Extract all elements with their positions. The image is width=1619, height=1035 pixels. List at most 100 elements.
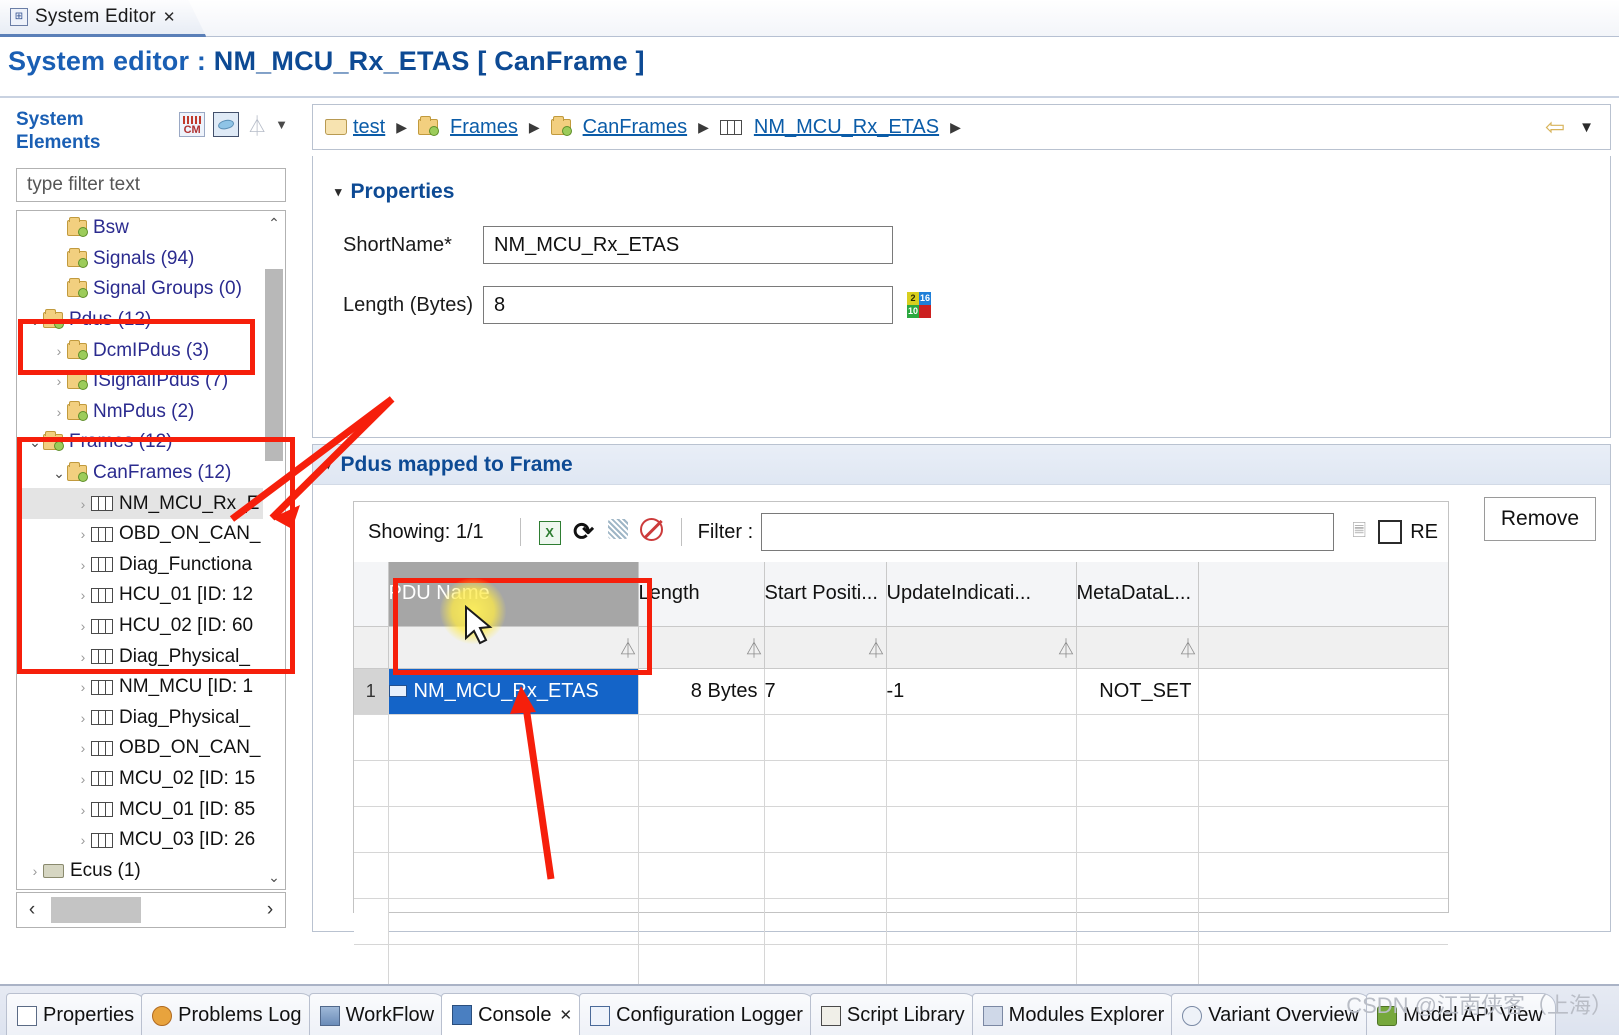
length-input[interactable]: 8	[483, 286, 893, 324]
tree-item[interactable]: Bsw	[17, 213, 265, 244]
twisty-collapsed-icon[interactable]: ›	[75, 832, 91, 848]
twisty-collapsed-icon[interactable]: ›	[75, 802, 91, 818]
tree-item[interactable]: Signals (94)	[17, 244, 265, 275]
bottom-tab-script-library[interactable]: Script Library	[809, 993, 978, 1035]
tree-item[interactable]: ⌄ Pdus (12)	[17, 305, 265, 336]
tree-item[interactable]: › ISignalIPdus (7)	[17, 366, 265, 397]
pdus-section-header[interactable]: ▾ Pdus mapped to Frame	[313, 445, 1610, 485]
twisty-collapsed-icon[interactable]: ›	[75, 618, 91, 634]
table-row[interactable]: 1 NM_MCU_Rx_ETAS 8 Bytes 7 -1 NOT_SET	[354, 668, 1448, 715]
tree-horizontal-scrollbar[interactable]: ‹ ›	[16, 892, 286, 928]
tree-item[interactable]: Signal Groups (0)	[17, 274, 265, 305]
tree-item[interactable]: ⌄ CanFrames (12)	[17, 458, 265, 489]
tree-item[interactable]: › NM_MCU_Rx_E	[17, 488, 265, 519]
close-icon[interactable]: ✕	[163, 8, 176, 26]
twisty-expanded-icon[interactable]: ⌄	[27, 434, 43, 451]
filter-cell-pdu-name[interactable]: ⏃	[388, 626, 639, 669]
table-empty-row[interactable]	[354, 806, 1448, 853]
tree-item[interactable]: › Ecus (1)	[17, 855, 265, 886]
filter-cell-start-position[interactable]: ⏃	[764, 626, 887, 669]
column-header-length[interactable]: Length	[638, 562, 765, 627]
column-header-update-indication[interactable]: UpdateIndicati...	[886, 562, 1077, 627]
column-header-start-position[interactable]: Start Positi...	[764, 562, 887, 627]
funnel-icon[interactable]: ⏃	[866, 639, 885, 660]
tree-item[interactable]: › OBD_ON_CAN_	[17, 733, 265, 764]
tree-item[interactable]: › HCU_02 [ID: 60	[17, 611, 265, 642]
bottom-tab-modules-explorer[interactable]: Modules Explorer	[971, 993, 1178, 1035]
twisty-collapsed-icon[interactable]: ›	[75, 557, 91, 573]
table-empty-row[interactable]	[354, 898, 1448, 945]
back-arrow-icon[interactable]: ⇦	[1545, 113, 1565, 142]
tree-item[interactable]: › Diag_Functiona	[17, 550, 265, 581]
tree-item[interactable]: ⌄ Frames (12)	[17, 427, 265, 458]
tree-item[interactable]: › MCU_02 [ID: 15	[17, 764, 265, 795]
tree-filter-input[interactable]: type filter text	[16, 168, 286, 202]
breadcrumb-item-nm-mcu-rx-etas[interactable]: NM_MCU_Rx_ETAS	[719, 116, 939, 139]
radix-2-16-icon[interactable]: 2 16 10	[907, 292, 931, 318]
table-empty-row[interactable]	[354, 852, 1448, 899]
twisty-collapsed-icon[interactable]: ›	[75, 526, 91, 542]
filter-cell-length[interactable]: ⏃	[638, 626, 765, 669]
twisty-icon[interactable]: ▾	[325, 457, 332, 473]
bottom-tab-workflow[interactable]: WorkFlow	[308, 993, 448, 1035]
twisty-expanded-icon[interactable]: ⌄	[27, 312, 43, 329]
filter-cell-metadata-length[interactable]: ⏃	[1076, 626, 1199, 669]
filter-funnel-icon[interactable]: ⏃	[247, 110, 267, 139]
column-header-pdu-name[interactable]: PDU Name	[388, 562, 639, 627]
tree-item[interactable]: › MCU_03 [ID: 26	[17, 825, 265, 856]
properties-section-header[interactable]: ▾ Properties	[313, 156, 1610, 204]
twisty-collapsed-icon[interactable]: ›	[75, 679, 91, 695]
tree-item[interactable]: › HCU_01 [ID: 12	[17, 580, 265, 611]
shortname-input[interactable]: NM_MCU_Rx_ETAS	[483, 226, 893, 264]
breadcrumb-item-frames[interactable]: Frames	[418, 116, 518, 139]
hscrollbar-thumb[interactable]	[51, 897, 141, 923]
twisty-collapsed-icon[interactable]: ›	[75, 496, 91, 512]
funnel-icon[interactable]: ⏃	[744, 639, 763, 660]
bottom-tab-configuration-logger[interactable]: Configuration Logger	[579, 993, 816, 1035]
chevron-down-icon[interactable]: ▼	[1579, 119, 1594, 136]
filter-input[interactable]	[761, 513, 1335, 551]
system-elements-tree[interactable]: Bsw Signals (94) Signal Groups (0) ⌄ Pdus (1…	[16, 210, 286, 890]
breadcrumb-item-test[interactable]: test	[325, 116, 385, 139]
twisty-collapsed-icon[interactable]: ›	[75, 710, 91, 726]
export-excel-icon[interactable]: X	[533, 520, 567, 545]
tree-item[interactable]: › NmPdus (2)	[17, 397, 265, 428]
clear-filter-icon[interactable]: 🗏	[1344, 518, 1374, 547]
diagram-icon[interactable]	[213, 112, 240, 137]
view-menu-caret-icon[interactable]: ▼	[275, 117, 288, 132]
remove-button[interactable]: Remove	[1484, 497, 1596, 541]
bottom-tab-console[interactable]: Console ✕	[441, 993, 586, 1035]
tree-item[interactable]: › Diag_Physical_	[17, 703, 265, 734]
tree-item[interactable]: › NM_MCU [ID: 1	[17, 672, 265, 703]
twisty-collapsed-icon[interactable]: ›	[51, 343, 67, 359]
scroll-up-icon[interactable]: ⌃	[263, 211, 285, 235]
twisty-collapsed-icon[interactable]: ›	[75, 587, 91, 603]
cell-pdu-name[interactable]: NM_MCU_Rx_ETAS	[388, 668, 639, 715]
breadcrumb-item-canframes[interactable]: CanFrames	[550, 116, 687, 139]
scroll-left-icon[interactable]: ‹	[17, 899, 47, 921]
funnel-icon[interactable]: ⏃	[618, 639, 637, 660]
table-empty-row[interactable]	[354, 714, 1448, 761]
close-icon[interactable]: ✕	[559, 1006, 572, 1024]
cm-icon[interactable]: CM	[179, 112, 206, 137]
twisty-collapsed-icon[interactable]: ›	[75, 771, 91, 787]
funnel-icon[interactable]: ⏃	[1178, 639, 1197, 660]
scrollbar-thumb[interactable]	[265, 269, 283, 461]
re-checkbox[interactable]	[1378, 520, 1403, 544]
tree-vertical-scrollbar[interactable]: ⌃ ⌄	[263, 211, 285, 889]
twisty-collapsed-icon[interactable]: ›	[27, 863, 43, 879]
table-empty-row[interactable]	[354, 760, 1448, 807]
hide-columns-icon[interactable]	[601, 519, 635, 545]
twisty-collapsed-icon[interactable]: ›	[75, 740, 91, 756]
tree-item[interactable]: › MCU_01 [ID: 85	[17, 794, 265, 825]
bottom-tab-properties[interactable]: Properties	[6, 993, 148, 1035]
twisty-collapsed-icon[interactable]: ›	[51, 404, 67, 420]
clear-filters-icon[interactable]	[635, 517, 669, 547]
bottom-tab-problems-log[interactable]: Problems Log	[141, 993, 315, 1035]
tree-item[interactable]: › Diag_Physical_	[17, 641, 265, 672]
twisty-collapsed-icon[interactable]: ›	[75, 649, 91, 665]
tree-item[interactable]: › OBD_ON_CAN_	[17, 519, 265, 550]
twisty-expanded-icon[interactable]: ⌄	[51, 465, 67, 482]
tree-item[interactable]: › DcmIPdus (3)	[17, 335, 265, 366]
scroll-down-icon[interactable]: ⌄	[263, 865, 285, 889]
